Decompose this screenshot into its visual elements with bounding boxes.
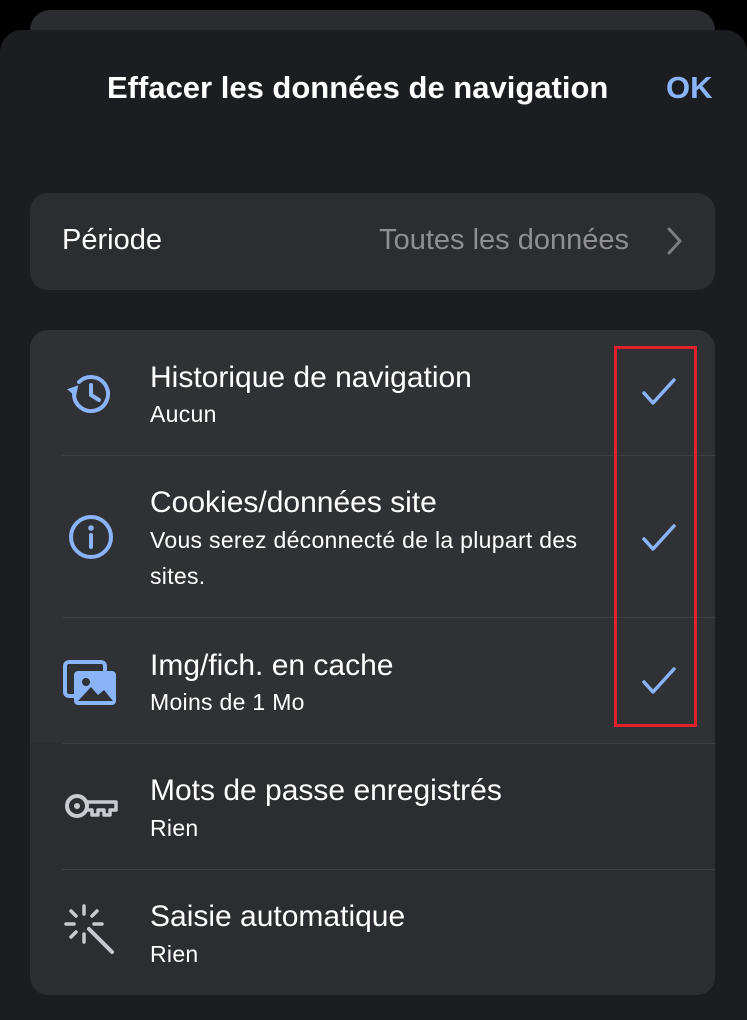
page-title: Effacer les données de navigation bbox=[107, 70, 609, 105]
item-title: Saisie automatique bbox=[150, 900, 406, 933]
item-subtitle: Rien bbox=[150, 815, 199, 841]
list-item-cookies[interactable]: Cookies/données site Vous serez déconnec… bbox=[30, 456, 715, 617]
images-icon bbox=[63, 660, 116, 705]
chevron-right-icon bbox=[667, 227, 682, 255]
item-subtitle: Vous serez déconnecté de la plupart des … bbox=[150, 527, 578, 589]
list-item-cache[interactable]: Img/fich. en cache Moins de 1 Mo bbox=[30, 618, 715, 743]
period-value: Toutes les données bbox=[379, 224, 629, 256]
item-title: Historique de navigation bbox=[150, 361, 472, 394]
history-icon bbox=[66, 375, 110, 414]
info-icon bbox=[69, 515, 113, 559]
list-item-passwords[interactable]: Mots de passe enregistrés Rien bbox=[30, 744, 715, 869]
item-subtitle: Aucun bbox=[150, 401, 217, 427]
list-item-autofill[interactable]: Saisie automatique Rien bbox=[30, 870, 715, 995]
ok-button[interactable]: OK bbox=[666, 70, 713, 106]
period-selector[interactable]: Période Toutes les données bbox=[30, 193, 715, 290]
magic-wand-icon bbox=[64, 904, 114, 954]
item-title: Cookies/données site bbox=[150, 486, 437, 519]
annotation-highlight-box bbox=[614, 346, 697, 727]
data-types-list: Historique de navigation Aucun Cookies/d… bbox=[30, 330, 715, 995]
item-title: Mots de passe enregistrés bbox=[150, 774, 502, 807]
period-label: Période bbox=[62, 224, 162, 256]
list-item-history[interactable]: Historique de navigation Aucun bbox=[30, 330, 715, 455]
key-icon bbox=[65, 794, 118, 818]
item-title: Img/fich. en cache bbox=[150, 649, 394, 682]
item-subtitle: Rien bbox=[150, 941, 199, 967]
item-subtitle: Moins de 1 Mo bbox=[150, 689, 305, 715]
